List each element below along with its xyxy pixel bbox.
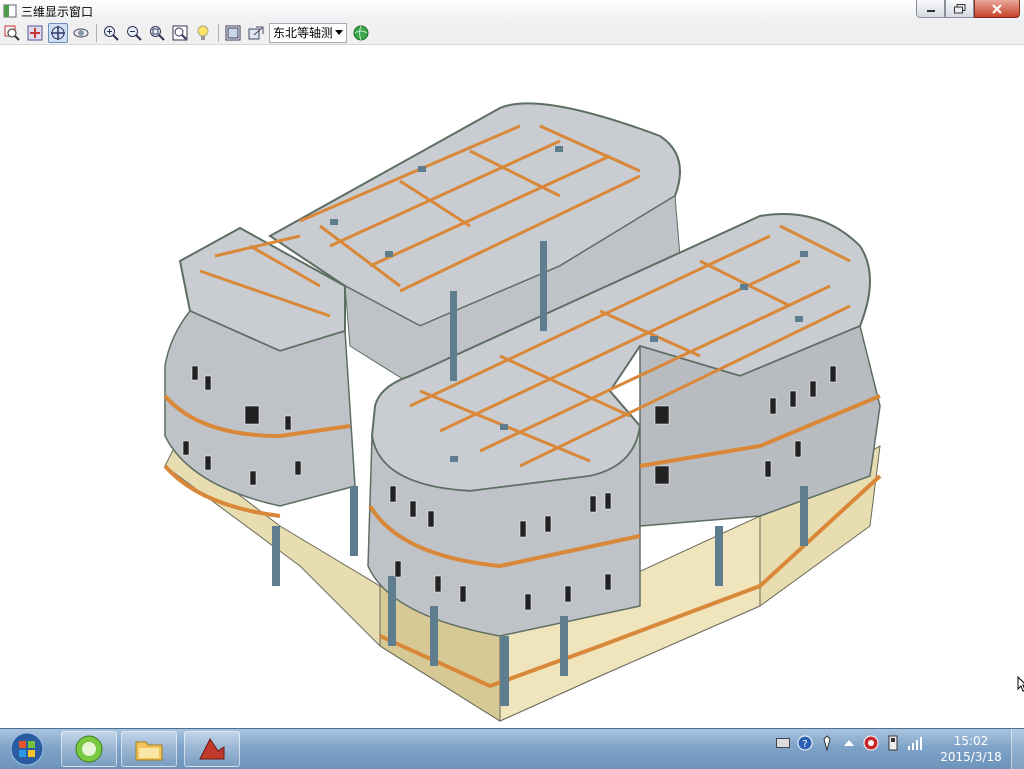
zoom-in-icon <box>104 25 119 41</box>
record-tray[interactable] <box>863 735 879 751</box>
zoom-out-button[interactable] <box>124 23 144 43</box>
zoom-out-icon <box>127 25 142 41</box>
view-direction-select[interactable]: 东北等轴测 <box>269 22 347 43</box>
keyboard-icon <box>776 738 790 748</box>
show-desktop-button[interactable] <box>1011 729 1024 769</box>
app-circle-icon <box>75 735 103 763</box>
show-hidden-icons[interactable] <box>841 735 857 751</box>
chevron-down-icon <box>332 30 346 35</box>
clock-time: 15:02 <box>953 734 989 748</box>
mouse-cursor-icon <box>1017 675 1024 696</box>
export-image-button[interactable] <box>246 23 266 43</box>
close-icon <box>992 3 1002 14</box>
up-arrow-icon <box>844 740 854 746</box>
record-icon <box>863 735 879 751</box>
globe-button[interactable] <box>351 23 371 43</box>
window-title: 三维显示窗口 <box>21 5 94 19</box>
light-bulb-button[interactable] <box>193 23 213 43</box>
building-model <box>163 102 882 722</box>
render-settings-icon <box>225 25 241 40</box>
clock[interactable]: 15:02 2015/3/18 <box>936 733 1006 765</box>
clock-date: 2015/3/18 <box>940 750 1002 764</box>
taskbar-app-circle[interactable] <box>61 731 117 767</box>
zoom-move-icon <box>27 25 43 40</box>
export-image-icon <box>248 26 264 39</box>
taskbar: ? 15:02 2015/3/18 <box>0 728 1024 769</box>
3d-viewport[interactable] <box>0 46 1024 726</box>
globe-icon <box>353 25 369 40</box>
start-orb-icon <box>10 732 44 766</box>
minimize-icon <box>926 9 935 12</box>
close-button[interactable] <box>974 0 1020 18</box>
pan-rotate-button[interactable] <box>48 22 68 43</box>
restore-icon <box>953 3 965 13</box>
taskbar-structure-app[interactable] <box>184 731 240 767</box>
help-icon: ? <box>797 735 813 751</box>
usb-icon <box>888 735 898 751</box>
zoom-window-button[interactable] <box>147 23 167 43</box>
signal-tray[interactable] <box>907 735 923 751</box>
pen-icon <box>823 735 831 751</box>
title-bar: 三维显示窗口 <box>0 0 1024 22</box>
zoom-region-icon <box>4 25 20 41</box>
keyboard-tray[interactable] <box>775 735 791 751</box>
taskbar-folder[interactable] <box>121 731 177 767</box>
start-button[interactable] <box>4 731 50 767</box>
help-tray[interactable]: ? <box>797 735 813 751</box>
structure-app-icon <box>199 738 225 760</box>
pen-tray[interactable] <box>819 735 835 751</box>
zoom-region-button[interactable] <box>2 23 22 43</box>
svg-text:?: ? <box>802 739 807 750</box>
minimize-button[interactable] <box>916 0 945 18</box>
zoom-window-icon <box>150 25 165 41</box>
system-tray: ? <box>775 735 929 751</box>
toolbar-separator <box>218 23 219 42</box>
toolbar: 东北等轴测 <box>0 21 1024 45</box>
orbit-button[interactable] <box>71 23 91 43</box>
orbit-icon <box>73 28 89 37</box>
view-direction-value: 东北等轴测 <box>273 26 332 40</box>
usb-tray[interactable] <box>885 735 901 751</box>
toolbar-separator <box>96 23 97 42</box>
folder-icon <box>135 741 163 761</box>
zoom-extents-button[interactable] <box>170 23 190 43</box>
render-settings-button[interactable] <box>223 23 243 43</box>
zoom-move-button[interactable] <box>25 23 45 43</box>
signal-icon <box>908 737 922 750</box>
pan-rotate-icon <box>51 25 65 40</box>
zoom-in-button[interactable] <box>101 23 121 43</box>
light-bulb-icon <box>197 25 209 40</box>
maximize-button[interactable] <box>945 0 974 18</box>
window-app-icon <box>3 3 17 18</box>
zoom-extents-icon <box>172 25 188 40</box>
